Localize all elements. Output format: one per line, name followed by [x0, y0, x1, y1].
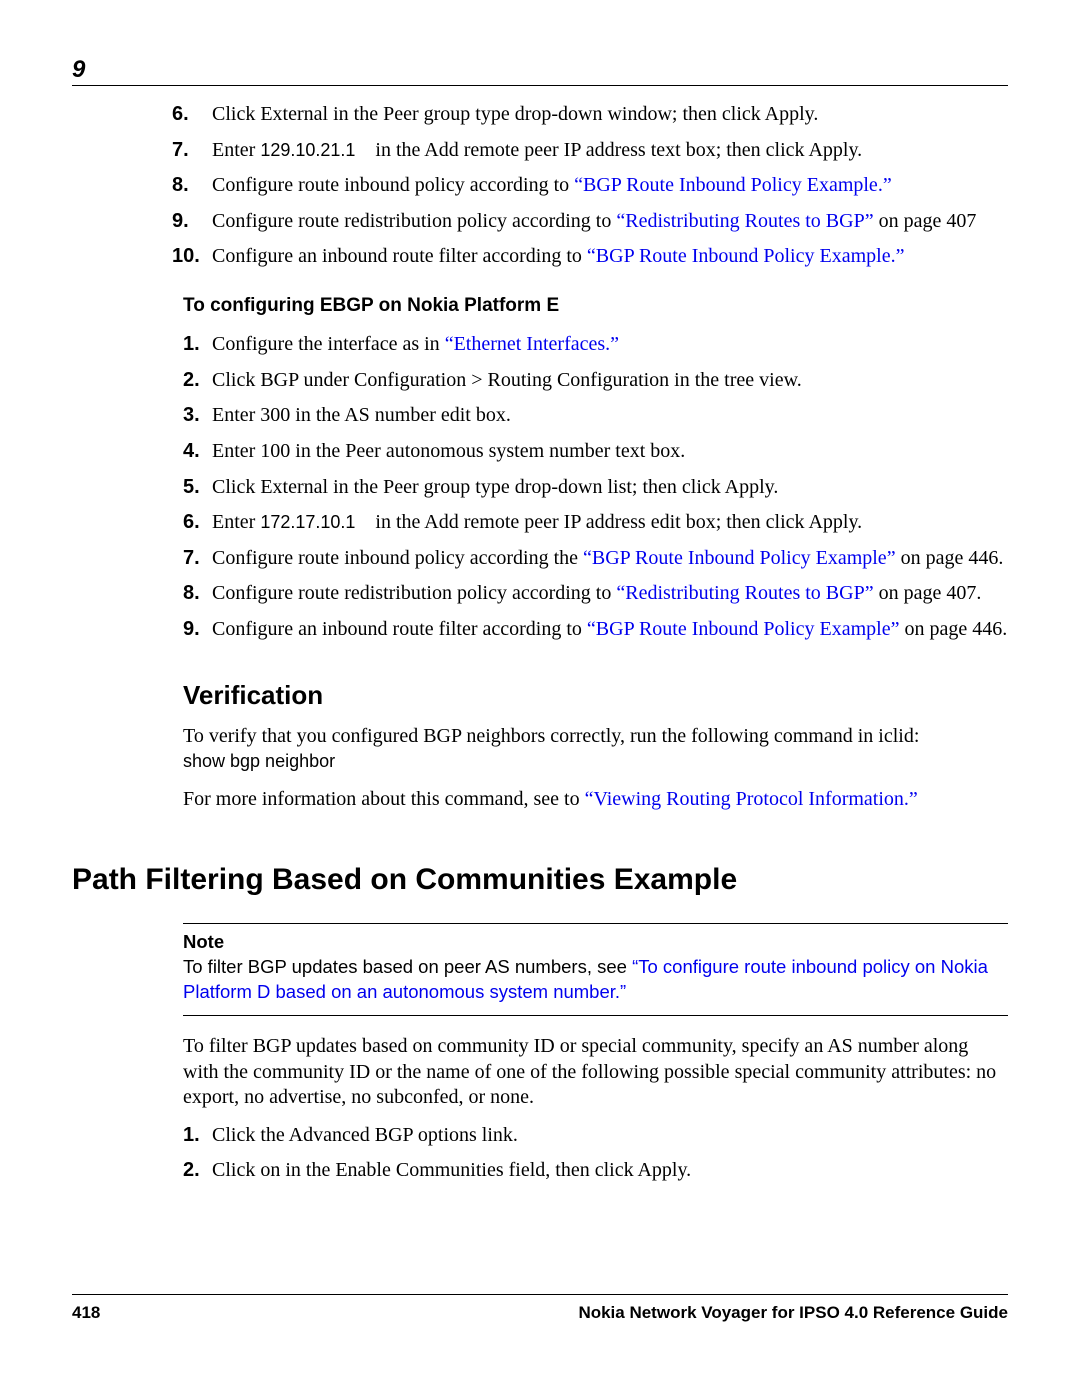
note-text: To filter BGP updates based on peer AS n… — [183, 956, 632, 977]
step-text: Enter 100 in the Peer autonomous system … — [212, 440, 685, 462]
step-text: Configure an inbound route filter accord… — [212, 245, 587, 267]
list-item: 2. Click BGP under Configuration > Routi… — [72, 368, 1008, 394]
xref-link[interactable]: “BGP Route Inbound Policy Example.” — [587, 245, 905, 267]
step-list-ebgp-d: 6. Click External in the Peer group type… — [72, 102, 1008, 270]
step-number: 2. — [183, 368, 200, 394]
xref-link[interactable]: “Redistributing Routes to BGP” — [616, 582, 873, 604]
list-item: 5. Click External in the Peer group type… — [72, 475, 1008, 501]
step-text: Enter 300 in the AS number edit box. — [212, 404, 511, 426]
list-item: 1. Click the Advanced BGP options link. — [72, 1123, 1008, 1149]
list-item: 8. Configure route inbound policy accord… — [72, 173, 1008, 199]
step-number: 6. — [183, 510, 200, 536]
page-number: 418 — [72, 1303, 100, 1323]
list-item: 10. Configure an inbound route filter ac… — [72, 244, 1008, 270]
footer-rule — [72, 1294, 1008, 1295]
step-text: Click the Advanced BGP options link. — [212, 1124, 518, 1146]
procedure-heading: To configuring EBGP on Nokia Platform E — [183, 294, 1008, 318]
list-item: 2. Click on in the Enable Communities fi… — [72, 1158, 1008, 1184]
xref-link[interactable]: “BGP Route Inbound Policy Example” — [587, 618, 900, 640]
ip-address: 172.17.10.1 — [260, 512, 355, 532]
step-number: 8. — [172, 173, 189, 199]
step-number: 9. — [183, 617, 200, 643]
page: 9 6. Click External in the Peer group ty… — [0, 0, 1080, 1397]
xref-link[interactable]: “BGP Route Inbound Policy Example.” — [574, 174, 892, 196]
step-number: 1. — [183, 332, 200, 358]
step-text: Configure the interface as in — [212, 333, 445, 355]
step-text: on page 407. — [874, 582, 982, 604]
step-text: in the Add remote peer IP address text b… — [370, 139, 862, 161]
step-number: 7. — [183, 546, 200, 572]
paragraph: For more information about this command,… — [183, 787, 1008, 813]
step-text: Configure route redistribution policy ac… — [212, 210, 616, 232]
step-text: Configure route redistribution policy ac… — [212, 582, 616, 604]
step-text: Configure an inbound route filter accord… — [212, 618, 587, 640]
step-number: 10. — [172, 244, 200, 270]
step-text: on page 446. — [896, 547, 1004, 569]
step-text: Configure route inbound policy according… — [212, 547, 583, 569]
step-text: on page 446. — [899, 618, 1007, 640]
list-item: 8. Configure route redistribution policy… — [72, 581, 1008, 607]
paragraph: To verify that you configured BGP neighb… — [183, 724, 1008, 775]
step-text: Click External in the Peer group type dr… — [212, 103, 818, 125]
note-box: Note To filter BGP updates based on peer… — [183, 923, 1008, 1016]
step-number: 2. — [183, 1158, 200, 1184]
list-item: 3. Enter 300 in the AS number edit box. — [72, 403, 1008, 429]
command-text: show bgp neighbor — [183, 751, 335, 771]
xref-link[interactable]: “Viewing Routing Protocol Information.” — [585, 788, 918, 810]
step-number: 7. — [172, 138, 189, 164]
xref-link[interactable]: “Redistributing Routes to BGP” — [616, 210, 873, 232]
step-text: Click BGP under Configuration > Routing … — [212, 369, 802, 391]
list-item: 7. Configure route inbound policy accord… — [72, 546, 1008, 572]
list-item: 6. Enter 172.17.10.1 in the Add remote p… — [72, 510, 1008, 536]
step-number: 6. — [172, 102, 189, 128]
list-item: 4. Enter 100 in the Peer autonomous syst… — [72, 439, 1008, 465]
document-title: Nokia Network Voyager for IPSO 4.0 Refer… — [578, 1303, 1008, 1323]
step-number: 9. — [172, 209, 189, 235]
note-label: Note — [183, 931, 224, 952]
step-text: Enter — [212, 511, 260, 533]
list-item: 7. Enter 129.10.21.1 in the Add remote p… — [72, 138, 1008, 164]
body-text: For more information about this command,… — [183, 788, 585, 810]
step-text: on page 407 — [874, 210, 977, 232]
step-text: Enter — [212, 139, 260, 161]
xref-link[interactable]: “Ethernet Interfaces.” — [445, 333, 619, 355]
step-text: Click External in the Peer group type dr… — [212, 476, 778, 498]
paragraph: To filter BGP updates based on community… — [183, 1034, 1008, 1111]
xref-link[interactable]: “BGP Route Inbound Policy Example” — [583, 547, 896, 569]
step-number: 8. — [183, 581, 200, 607]
list-item: 9. Configure an inbound route filter acc… — [72, 617, 1008, 643]
ip-address: 129.10.21.1 — [260, 140, 355, 160]
step-text: Configure route inbound policy according… — [212, 174, 574, 196]
step-text: in the Add remote peer IP address edit b… — [370, 511, 862, 533]
body-text: To verify that you configured BGP neighb… — [183, 725, 919, 747]
section-heading-verification: Verification — [183, 679, 1008, 712]
step-number: 1. — [183, 1123, 200, 1149]
chapter-heading: Path Filtering Based on Communities Exam… — [72, 861, 1008, 899]
list-item: 1. Configure the interface as in “Ethern… — [72, 332, 1008, 358]
step-number: 3. — [183, 403, 200, 429]
header-rule — [72, 85, 1008, 86]
step-text: Click on in the Enable Communities field… — [212, 1159, 691, 1181]
content-area: 6. Click External in the Peer group type… — [72, 102, 1008, 1206]
step-list-ebgp-e: 1. Configure the interface as in “Ethern… — [72, 332, 1008, 642]
step-number: 4. — [183, 439, 200, 465]
chapter-number: 9 — [72, 56, 85, 84]
list-item: 6. Click External in the Peer group type… — [72, 102, 1008, 128]
step-number: 5. — [183, 475, 200, 501]
step-list-filter: 1. Click the Advanced BGP options link. … — [72, 1123, 1008, 1184]
list-item: 9. Configure route redistribution policy… — [72, 209, 1008, 235]
